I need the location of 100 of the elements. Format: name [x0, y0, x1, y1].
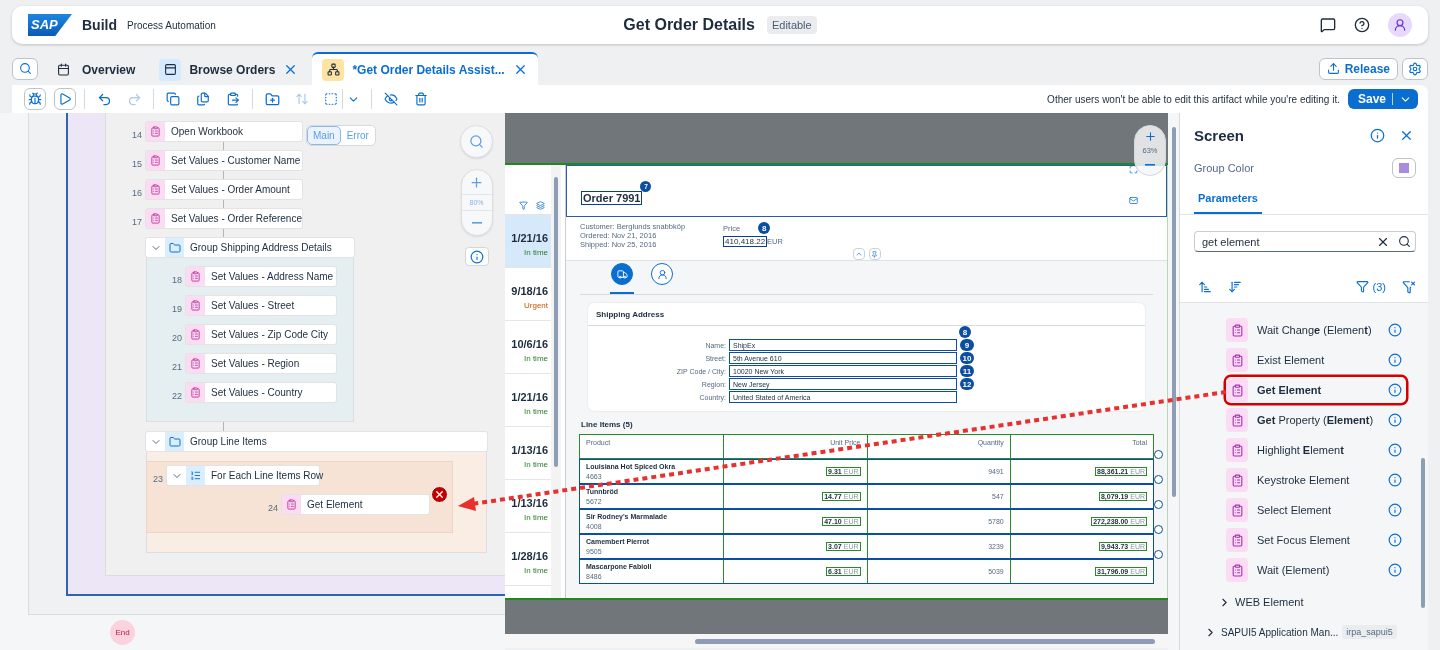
sort-ascending-button[interactable]	[1198, 279, 1212, 294]
sort-descending-icon	[1228, 279, 1242, 294]
logo[interactable]: SAP	[28, 14, 72, 36]
info-button[interactable]	[1388, 533, 1402, 547]
search-button[interactable]	[12, 57, 38, 80]
activity-node[interactable]: Set Values - Zip Code City	[186, 325, 336, 344]
end-node[interactable]: End	[110, 620, 135, 645]
marker-badge: 11	[960, 365, 974, 377]
technical-name-tag: irpa_sapui5	[1342, 625, 1397, 639]
activity-node[interactable]: Set Values - Address Name	[186, 267, 336, 286]
filter-button[interactable]: (3)	[1355, 280, 1386, 293]
info-button[interactable]	[1388, 503, 1402, 517]
clipboard-icon	[1230, 323, 1244, 337]
activity-list-item[interactable]: Wait (Element)	[1226, 557, 1406, 583]
clipboard-icon	[1230, 443, 1244, 457]
truck-icon	[616, 268, 628, 280]
run-button[interactable]	[54, 88, 76, 110]
clipboard-icon	[190, 271, 201, 282]
activity-node[interactable]: Get Element	[282, 495, 429, 514]
tab[interactable]: Parameters	[1194, 192, 1262, 214]
info-button[interactable]	[1388, 383, 1402, 397]
info-button[interactable]	[1370, 127, 1385, 143]
icon-tab[interactable]	[610, 263, 634, 294]
clear-filter-button[interactable]	[1402, 279, 1416, 294]
trash-icon	[414, 92, 428, 106]
search-field[interactable]: get element	[1194, 231, 1416, 252]
search-icon[interactable]	[1398, 235, 1411, 248]
activity-list-item[interactable]: Highlight Element	[1226, 437, 1406, 463]
tree-item[interactable]: WEB Element	[1218, 587, 1304, 617]
step-number: 19	[171, 304, 182, 315]
group-header[interactable]: Group Shipping Address Details	[146, 238, 354, 257]
group-icon[interactable]	[536, 201, 545, 210]
activity-node[interactable]: Set Values - Order Amount	[146, 180, 302, 199]
settings-icon	[1408, 61, 1422, 76]
sort-descending-button[interactable]	[1228, 279, 1242, 294]
tab[interactable]: *Get Order Details Assist...	[312, 52, 538, 85]
activity-list-item[interactable]: Get Element	[1226, 377, 1406, 403]
help-icon[interactable]	[1354, 17, 1370, 33]
sort-icon	[295, 92, 309, 106]
settings-button[interactable]	[1402, 57, 1428, 80]
feedback-icon[interactable]	[1320, 17, 1336, 33]
activity-list-item[interactable]: Set Focus Element	[1226, 527, 1406, 553]
mail-icon[interactable]	[1129, 196, 1138, 205]
step-number: 22	[171, 391, 182, 402]
scrollbar-thumb[interactable]	[1421, 458, 1425, 608]
clipboard-icon	[190, 358, 201, 369]
price-value: 410,418.22	[723, 236, 768, 247]
info-icon	[1388, 323, 1402, 337]
activity-node[interactable]: Set Values - Street	[186, 296, 336, 315]
tab[interactable]: Browse Orders	[149, 52, 309, 85]
activity-list-item[interactable]: Exist Element	[1226, 347, 1406, 373]
activity-node[interactable]: Set Values - Customer Name	[146, 151, 302, 170]
info-button[interactable]	[1388, 473, 1402, 487]
info-button[interactable]	[1388, 563, 1402, 577]
activity-list-item[interactable]: Get Property (Element)	[1226, 407, 1406, 433]
avatar[interactable]	[1388, 13, 1412, 37]
filter-icon[interactable]	[519, 201, 528, 210]
clipboard-icon	[1230, 473, 1244, 487]
info-button[interactable]	[1388, 443, 1402, 457]
debug-button[interactable]	[24, 88, 46, 110]
tree-item[interactable]: SAPUI5 Application Man... irpa_sapui5	[1204, 617, 1397, 647]
step-number: 17	[131, 217, 142, 228]
group-header[interactable]: Group Line Items	[146, 432, 487, 451]
step-number: 15	[131, 159, 142, 170]
activity-node[interactable]: Set Values - Country	[186, 383, 336, 402]
tab[interactable]: Overview	[42, 52, 146, 85]
activity-list-item[interactable]: Wait Change (Element)	[1226, 317, 1406, 343]
order-list-item[interactable]: 1/21/16 In time	[505, 215, 551, 268]
info-icon	[1370, 127, 1385, 143]
activity-list-item[interactable]: Keystroke Element	[1226, 467, 1406, 493]
plus-icon	[469, 174, 484, 190]
activity-node[interactable]: Set Values - Region	[186, 354, 336, 373]
scrollbar-thumb[interactable]	[695, 638, 1155, 644]
activity-list-item[interactable]: Select Element	[1226, 497, 1406, 523]
scrollbar-thumb[interactable]	[554, 177, 558, 467]
page-title: Get Order Details	[623, 16, 755, 34]
collapse-button[interactable]	[852, 248, 865, 260]
clipboard-icon	[1230, 563, 1244, 577]
info-button[interactable]	[1388, 413, 1402, 427]
step-number: 21	[171, 362, 182, 373]
info-button[interactable]	[1388, 353, 1402, 367]
undo-icon	[96, 91, 112, 107]
release-button[interactable]: Release	[1318, 57, 1398, 80]
info-button[interactable]	[1388, 323, 1402, 337]
scrollbar-thumb[interactable]	[1171, 127, 1176, 497]
window-icon	[163, 63, 177, 76]
activity-node[interactable]: Open Workbook	[146, 122, 302, 141]
sort-ascending-icon	[1198, 279, 1212, 294]
minus-icon	[471, 222, 482, 224]
card-title: Shipping Address	[588, 303, 1145, 326]
search-input[interactable]: get element	[1200, 234, 1368, 249]
color-picker[interactable]	[1392, 158, 1416, 178]
info-icon	[1388, 353, 1402, 367]
save-button[interactable]: Save	[1347, 89, 1418, 109]
marker-badge: 10	[960, 352, 974, 364]
clipboard-icon	[1230, 533, 1244, 547]
info-icon	[1388, 443, 1402, 457]
activity-node[interactable]: Set Values - Order Reference	[146, 209, 302, 228]
expand-icon[interactable]	[1129, 165, 1138, 174]
product-subtitle: Process Automation	[127, 19, 216, 31]
